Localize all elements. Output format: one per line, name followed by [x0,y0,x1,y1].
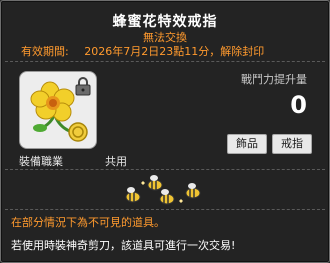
bee-effect-icon [125,175,201,205]
divider [5,61,325,63]
trade-note: 若使用時裝神奇剪刀，該道具可進行一次交易! [11,239,236,252]
job-label: 裝備職業 [19,155,63,168]
expiry-row: 有效期間: 2026年7月2日23點11分，解除封印 [21,43,264,59]
job-value: 共用 [105,155,127,168]
combat-power-label: 戰鬥力提升量 [241,73,307,86]
expiry-value: 2026年7月2日23點11分，解除封印 [84,45,265,58]
category-accessory: 飾品 [227,134,267,154]
divider [5,169,325,171]
item-tooltip: 蜂蜜花特效戒指 無法交換 有效期間: 2026年7月2日23點11分，解除封印 … [0,0,330,263]
combat-power-value: 0 [290,91,307,119]
invisible-item-warning: 在部分情況下為不可見的道具。 [11,216,165,229]
lock-icon [75,77,91,96]
category-ring: 戒指 [272,134,312,154]
divider [5,209,325,211]
expiry-label: 有效期間: [21,45,69,58]
item-icon-frame [19,71,97,149]
item-name: 蜂蜜花特效戒指 [112,14,218,30]
